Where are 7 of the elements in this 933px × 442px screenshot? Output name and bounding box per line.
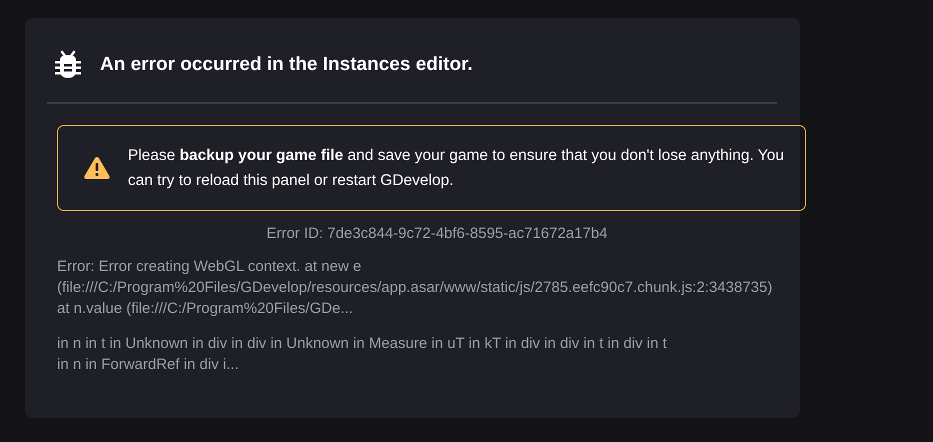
warning-message: Please backup your game file and save your game to ensure that you don't lose anything. You can try to reload this panel or restart GDevelop.: [128, 146, 785, 191]
error-id: Error ID: 7de3c844-9c72-4bf6-8595-ac71672a17b4: [265, 225, 609, 242]
error-stack: Error: Error creating WebGL context. at new e (file:///C:/Program%20Files/GDevelop/resources/app.asar/www/static/js/2785.eefc90c7.chunk.js:2:3438735) at n.value (file:///C:/Program%20Files/GDe...: [57, 257, 774, 319]
dialog-title: An error occurred in the Instances editor.: [100, 54, 473, 76]
warning-icon: [83, 155, 111, 181]
bug-icon: [54, 50, 82, 80]
component-stack: in n in t in Unknown in div in div in Unknown in Measure in uT in kT in div in div in t in div in t in n in ForwardRef in div i...: [57, 334, 668, 375]
